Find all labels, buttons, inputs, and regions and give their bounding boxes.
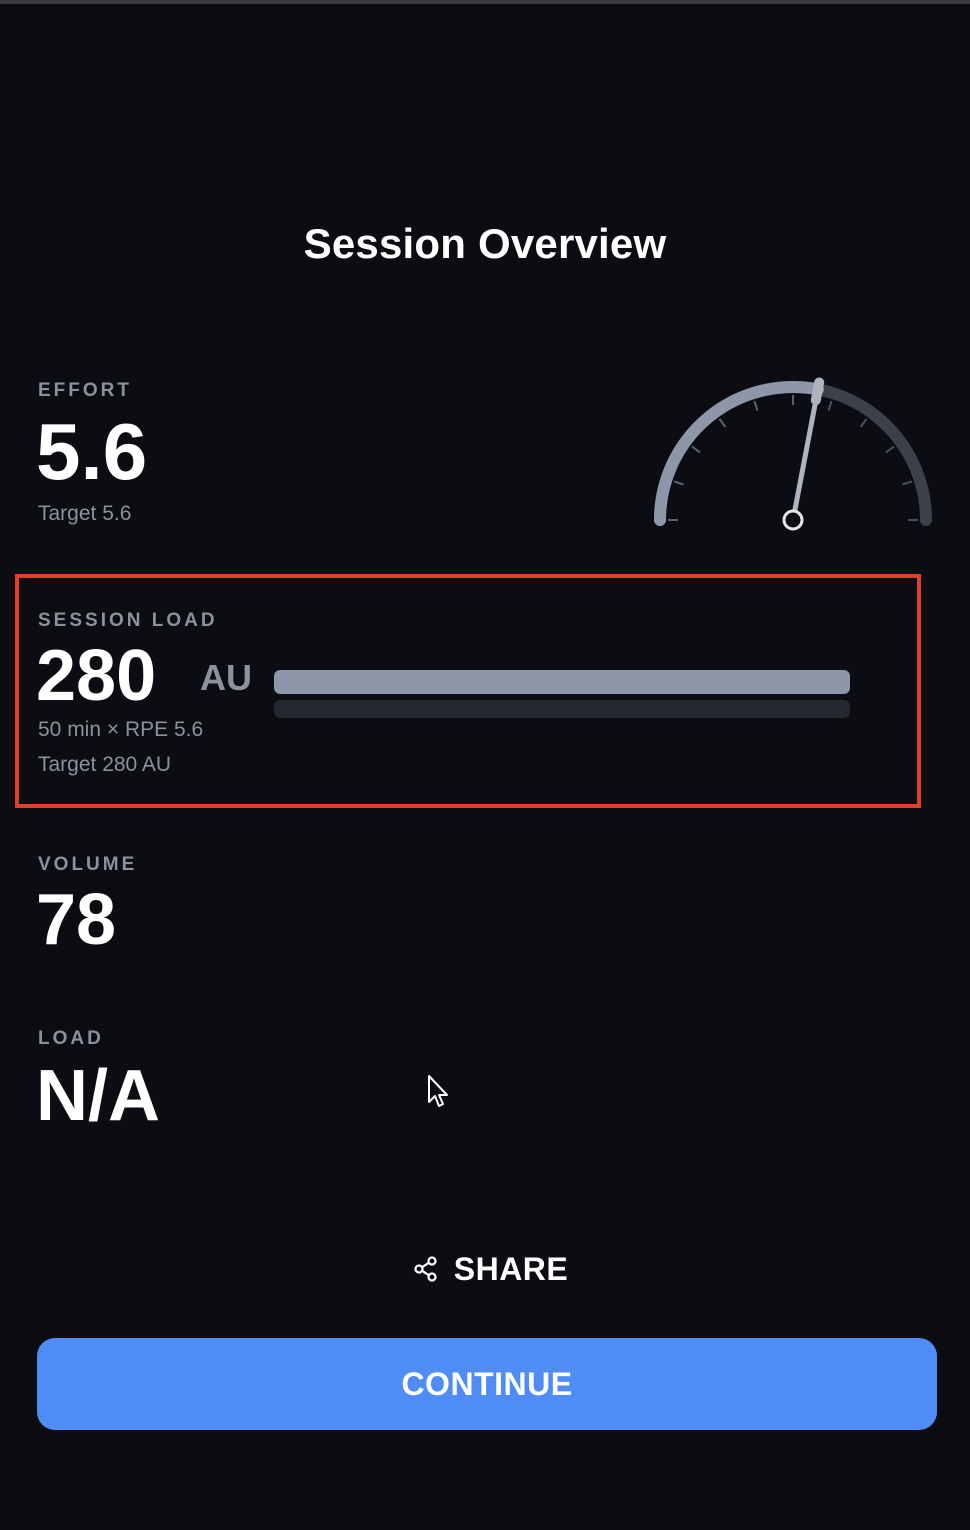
load-label: LOAD <box>38 1028 104 1049</box>
effort-value: 5.6 <box>36 407 148 496</box>
gauge-tick <box>885 445 895 454</box>
gauge-tick <box>859 418 868 428</box>
gauge-tick <box>753 400 759 411</box>
session-load-target: Target 280 AU <box>38 753 172 776</box>
session-load-bar-fill <box>274 670 850 694</box>
gauge-tick <box>902 480 913 486</box>
session-load-bar <box>274 670 850 694</box>
gauge-pivot <box>782 509 804 531</box>
session-load-target-bar <box>274 700 850 718</box>
gauge-tick <box>691 445 701 454</box>
continue-label: CONTINUE <box>401 1365 573 1402</box>
session-load-formula: 50 min × RPE 5.6 <box>38 718 204 741</box>
effort-gauge <box>654 377 932 531</box>
session-load-unit: AU <box>200 657 252 698</box>
volume-label: VOLUME <box>38 854 138 875</box>
share-icon <box>414 1256 437 1282</box>
mouse-cursor-icon <box>428 1075 448 1107</box>
effort-label: EFFORT <box>38 380 132 401</box>
gauge-tick <box>827 400 833 411</box>
session-load-value: 280 <box>36 636 157 716</box>
session-load-label: SESSION LOAD <box>38 610 218 631</box>
page-title: Session Overview <box>303 220 667 267</box>
load-value: N/A <box>36 1056 160 1136</box>
gauge-tick <box>673 480 684 486</box>
continue-button[interactable]: CONTINUE <box>37 1338 937 1430</box>
gauge-needle <box>790 391 820 523</box>
volume-value: 78 <box>36 880 117 960</box>
share-button[interactable]: SHARE <box>400 1245 580 1293</box>
share-label: SHARE <box>453 1250 569 1287</box>
gauge-fill <box>654 381 824 526</box>
effort-target: Target 5.6 <box>38 502 132 525</box>
window-top-edge <box>0 0 970 4</box>
gauge-track <box>654 381 932 526</box>
gauge-tick <box>718 418 727 428</box>
